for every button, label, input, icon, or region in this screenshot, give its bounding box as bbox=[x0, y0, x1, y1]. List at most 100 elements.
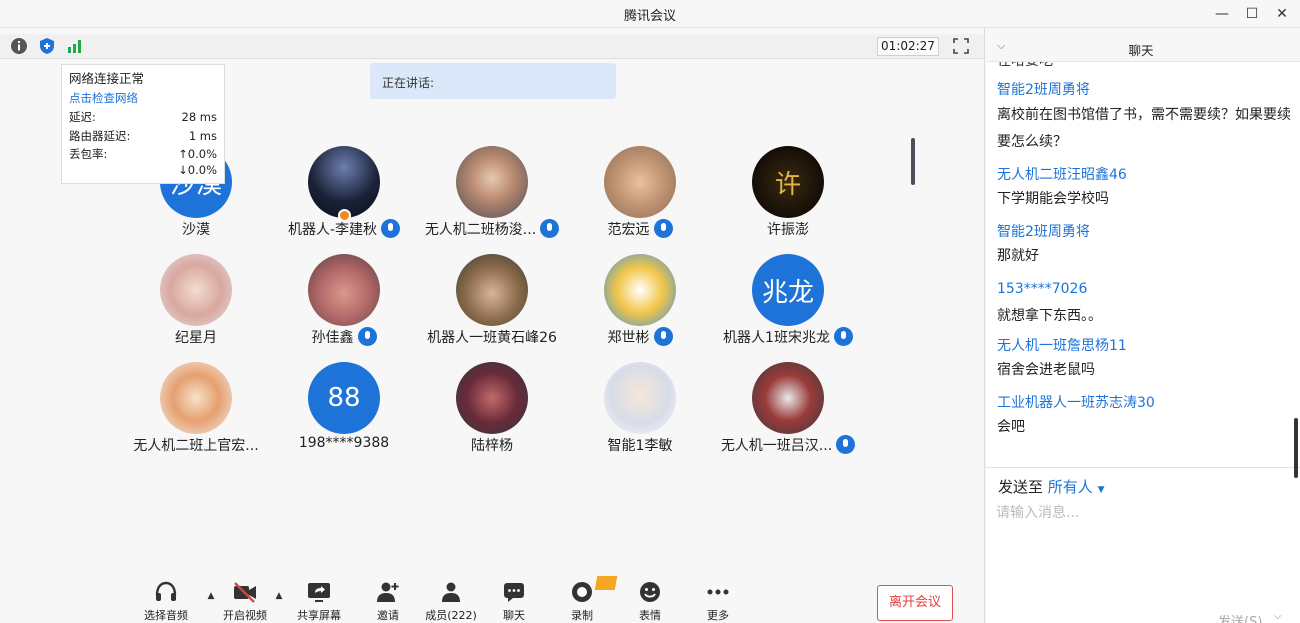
chat-message-input[interactable] bbox=[996, 502, 1286, 524]
participant-name: 陆梓杨 bbox=[471, 438, 513, 454]
emoji-icon bbox=[640, 582, 660, 602]
participant-tile[interactable]: 机器人-李建秋 bbox=[270, 146, 418, 254]
avatar bbox=[308, 254, 380, 326]
speaking-banner: 正在讲话: bbox=[370, 63, 616, 99]
packet-loss-label: 丢包率: bbox=[69, 147, 108, 161]
participant-grid: 沙漠 沙漠 机器人-李建秋 无人机二班杨浚... 范宏远 许 许振澎 纪星月 孙… bbox=[120, 146, 860, 476]
participant-tile[interactable]: 纪星月 bbox=[122, 254, 270, 362]
chat-message-list[interactable]: 在哈要吃 智能2班周勇将 离校前在图书馆借了书，需不需要续？如果要续要怎么续？ … bbox=[986, 62, 1300, 466]
avatar bbox=[604, 146, 676, 218]
chat-message-text: 离校前在图书馆借了书，需不需要续？如果要续要怎么续？ bbox=[997, 107, 1291, 150]
chat-button[interactable]: 聊天 bbox=[486, 581, 542, 623]
participant-tile[interactable]: 孙佳鑫 bbox=[270, 254, 418, 362]
participant-tile[interactable]: 范宏远 bbox=[566, 146, 714, 254]
participant-tile[interactable]: 陆梓杨 bbox=[418, 362, 566, 470]
panel-divider[interactable] bbox=[984, 28, 985, 623]
grid-scrollbar[interactable] bbox=[911, 138, 915, 185]
participant-name: 孙佳鑫 bbox=[311, 330, 354, 346]
record-icon bbox=[572, 582, 592, 602]
invite-button[interactable]: 邀请 bbox=[360, 581, 416, 623]
participant-name: 郑世彬 bbox=[607, 330, 650, 346]
participant-name: 纪星月 bbox=[175, 330, 217, 346]
microphone-icon bbox=[653, 219, 673, 238]
participant-tile[interactable]: 无人机一班吕汉... bbox=[714, 362, 862, 470]
network-status-popup: 网络连接正常 点击检查网络 延迟: 28 ms 路由器延迟: 1 ms 丢包率: ↑0… bbox=[61, 64, 225, 184]
title-bar: 腾讯会议 — ☐ ✕ bbox=[0, 0, 1300, 28]
signal-strength-icon[interactable] bbox=[66, 37, 84, 55]
video-button[interactable]: 开启视频 bbox=[217, 581, 273, 623]
network-status-text: 网络连接正常 bbox=[69, 71, 145, 86]
maximize-button[interactable]: ☐ bbox=[1240, 4, 1264, 24]
members-button[interactable]: 成员(222) bbox=[422, 581, 480, 623]
chat-sender: 无人机二班汪昭鑫46 bbox=[997, 167, 1127, 183]
avatar bbox=[604, 362, 676, 434]
avatar bbox=[160, 254, 232, 326]
chat-message-text: 在哈要吃 bbox=[997, 62, 1292, 75]
headset-icon bbox=[155, 581, 177, 601]
participant-name: 无人机一班吕汉... bbox=[720, 438, 833, 454]
share-screen-button[interactable]: 共享屏幕 bbox=[291, 581, 347, 623]
send-to-target[interactable]: 所有人 ▼ bbox=[1048, 478, 1105, 496]
avatar bbox=[456, 146, 528, 218]
window-title: 腾讯会议 bbox=[623, 9, 676, 24]
participant-tile[interactable]: 智能1李敏 bbox=[566, 362, 714, 470]
minimize-button[interactable]: — bbox=[1210, 4, 1234, 24]
more-dots-icon bbox=[707, 589, 729, 595]
bottom-control-bar: 选择音频 ▲ 开启视频 ▲ 共享屏幕 邀请 成员(222) 聊天 录制 表情 更… bbox=[0, 574, 984, 623]
leave-meeting-button[interactable]: 离开会议 bbox=[877, 585, 953, 621]
avatar bbox=[752, 362, 824, 434]
microphone-icon bbox=[381, 219, 401, 238]
avatar: 88 bbox=[308, 362, 380, 434]
participant-name: 智能1李敏 bbox=[607, 438, 673, 454]
participant-tile[interactable]: 许 许振澎 bbox=[714, 146, 862, 254]
chat-bubble-icon bbox=[504, 583, 524, 602]
participant-tile[interactable]: 无人机二班上官宏... bbox=[122, 362, 270, 470]
send-options-caret[interactable]: ⌵ bbox=[1274, 611, 1282, 622]
participant-tile[interactable]: 88 198****9388 bbox=[270, 362, 418, 470]
more-button[interactable]: 更多 bbox=[690, 581, 746, 623]
send-button[interactable]: 发送(S) bbox=[1218, 611, 1262, 623]
fullscreen-icon[interactable] bbox=[953, 38, 969, 54]
participant-name: 机器人1班宋兆龙 bbox=[723, 330, 830, 346]
video-options-caret[interactable]: ▲ bbox=[273, 591, 285, 601]
chat-panel: ⌵ 聊天 在哈要吃 智能2班周勇将 离校前在图书馆借了书，需不需要续？如果要续要… bbox=[986, 34, 1300, 623]
microphone-icon bbox=[836, 435, 856, 454]
participant-tile[interactable]: 郑世彬 bbox=[566, 254, 714, 362]
audio-options-caret[interactable]: ▲ bbox=[205, 591, 217, 601]
chat-sender: 无人机一班詹思杨11 bbox=[997, 338, 1127, 354]
chat-message-text: 宿舍会进老鼠吗 bbox=[997, 362, 1095, 378]
chat-message-text: 下学期能会学校吗 bbox=[997, 191, 1109, 207]
chat-header: ⌵ 聊天 bbox=[986, 34, 1300, 62]
latency-value: 28 ms bbox=[181, 110, 217, 124]
security-shield-icon[interactable] bbox=[38, 37, 56, 55]
packet-loss-down: ↓0.0% bbox=[178, 163, 217, 177]
participant-name: 范宏远 bbox=[607, 222, 650, 238]
participant-tile[interactable]: 兆龙 机器人1班宋兆龙 bbox=[714, 254, 862, 362]
avatar: 兆龙 bbox=[752, 254, 824, 326]
add-user-icon bbox=[377, 582, 399, 602]
participant-name: 198****9388 bbox=[298, 435, 390, 451]
record-button[interactable]: 录制 bbox=[554, 581, 610, 623]
avatar bbox=[456, 362, 528, 434]
close-button[interactable]: ✕ bbox=[1270, 4, 1294, 24]
participant-name: 沙漠 bbox=[182, 222, 210, 238]
check-network-link[interactable]: 点击检查网络 bbox=[69, 89, 138, 108]
chat-sender: 工业机器人一班苏志涛30 bbox=[997, 395, 1155, 411]
router-latency-value: 1 ms bbox=[188, 129, 217, 143]
avatar bbox=[456, 254, 528, 326]
chat-message-text: 那就好 bbox=[997, 248, 1039, 264]
avatar bbox=[160, 362, 232, 434]
meeting-timer: 01:02:27 bbox=[877, 37, 939, 56]
microphone-icon bbox=[357, 327, 377, 346]
info-icon[interactable] bbox=[10, 37, 28, 55]
participant-tile[interactable]: 无人机二班杨浚... bbox=[418, 146, 566, 254]
emoji-button[interactable]: 表情 bbox=[622, 581, 678, 623]
avatar bbox=[308, 146, 380, 218]
participant-tile[interactable]: 机器人一班黄石峰26 bbox=[418, 254, 566, 362]
members-icon bbox=[442, 582, 460, 602]
audio-button[interactable]: 选择音频 bbox=[138, 581, 194, 623]
packet-loss-up: ↑0.0% bbox=[178, 147, 217, 161]
meeting-area: 01:02:27 正在讲话: 沙漠 沙漠 机器人-李建秋 无人机二班杨浚... … bbox=[0, 34, 984, 623]
chat-scrollbar[interactable] bbox=[1294, 418, 1298, 478]
chat-message-text: 会吧 bbox=[997, 419, 1025, 435]
